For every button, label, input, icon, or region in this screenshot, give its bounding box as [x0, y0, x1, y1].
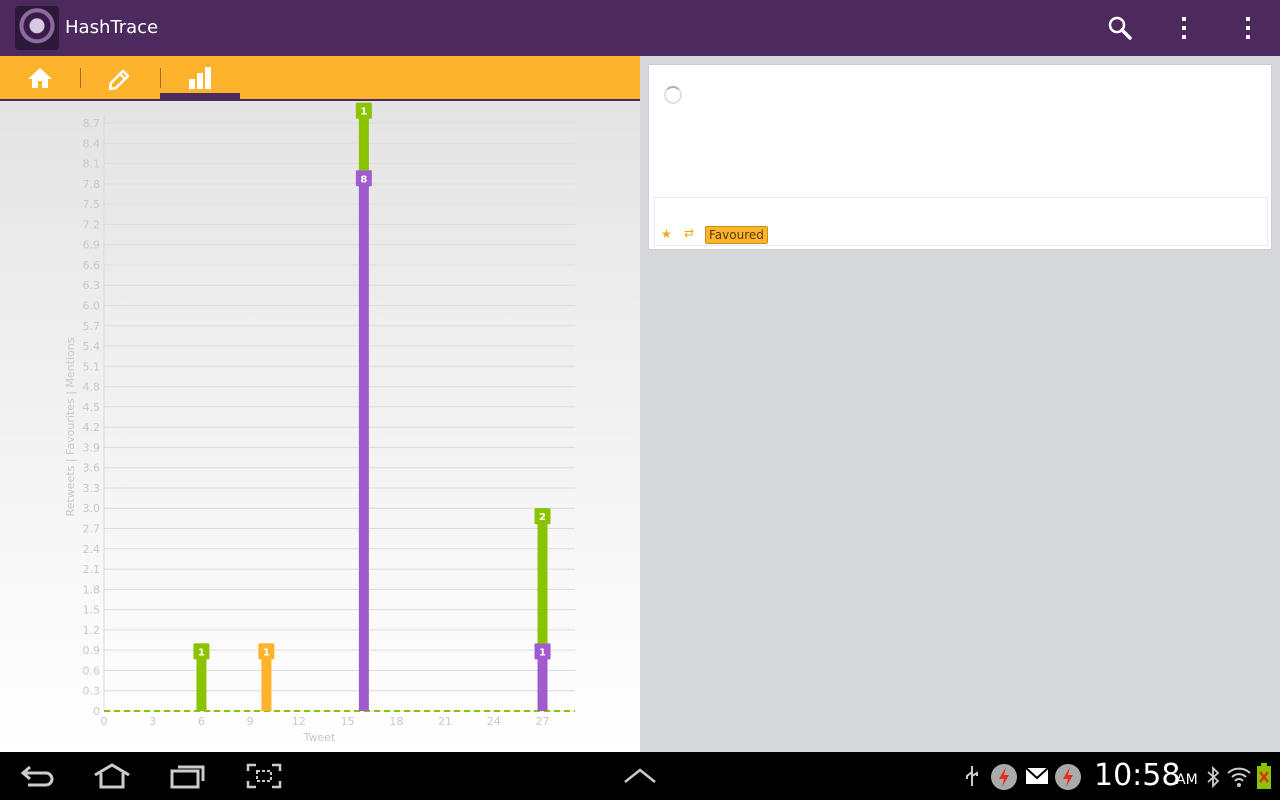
y-tick-label: 7.5 [83, 198, 101, 211]
y-tick-label: 6.3 [83, 279, 101, 292]
x-tick-label: 6 [198, 715, 205, 728]
y-tick-label: 4.2 [83, 421, 101, 434]
y-tick-label: 1.5 [83, 604, 101, 617]
y-tick-label: 3.9 [83, 441, 101, 454]
back-icon [20, 765, 54, 787]
y-tick-label: 6.9 [83, 239, 101, 252]
x-tick-label: 3 [149, 715, 156, 728]
bar-data-label: 2 [539, 512, 546, 523]
y-tick-label: 6.6 [83, 259, 101, 272]
tweet-card[interactable]: ★ ⇄ Favoured [648, 64, 1272, 250]
x-tick-label: 12 [292, 715, 306, 728]
screenshot-button[interactable] [240, 760, 288, 792]
y-tick-label: 0 [93, 705, 100, 718]
y-tick-label: 5.1 [83, 360, 101, 373]
chevron-up-icon [624, 768, 656, 783]
overflow-menu-button-2[interactable] [1232, 12, 1264, 44]
bar-data-label: 1 [360, 107, 367, 118]
retweet-icon[interactable]: ⇄ [684, 227, 694, 239]
tab-selected-indicator [160, 93, 240, 99]
y-tick-label: 8.1 [83, 158, 101, 171]
y-tick-label: 5.4 [83, 340, 101, 353]
gmail-icon[interactable] [1025, 765, 1049, 787]
y-tick-label: 5.7 [83, 320, 101, 333]
y-tick-label: 1.8 [83, 583, 101, 596]
bluetooth-icon [1207, 765, 1220, 789]
star-icon[interactable]: ★ [661, 228, 672, 240]
y-tick-label: 4.8 [83, 381, 101, 394]
expand-button[interactable] [616, 760, 664, 792]
y-tick-label: 0.9 [83, 644, 101, 657]
overflow-menu-icon [1246, 17, 1250, 39]
action-bar: HashTrace [0, 0, 1280, 56]
engagement-chart: 0 0.3 0.6 0.9 1.2 1.5 1.8 2.1 2.4 2.7 3.0 3.3 3.6 3.9… [64, 102, 575, 744]
bar-retweets [358, 170, 369, 711]
bar-data-label: 1 [198, 647, 205, 658]
loading-spinner-icon [664, 86, 682, 104]
eye-logo-icon[interactable] [15, 6, 59, 50]
wifi-icon [1227, 767, 1251, 787]
y-axis-title: Retweets | Favourites | Mentions [64, 337, 77, 516]
flash-icon[interactable] [990, 763, 1018, 791]
tab-compose[interactable] [80, 56, 160, 99]
screenshot-icon [246, 763, 282, 789]
x-tick-label: 24 [487, 715, 501, 728]
chart-pane[interactable]: 0 0.3 0.6 0.9 1.2 1.5 1.8 2.1 2.4 2.7 3.0 3.3 3.6 3.9… [0, 101, 640, 752]
y-tick-label: 7.2 [83, 218, 101, 231]
search-button[interactable] [1104, 12, 1136, 44]
tweet-card-footer: ★ ⇄ Favoured [654, 197, 1268, 246]
y-tick-label: 8.4 [83, 137, 101, 150]
pencil-icon [108, 69, 130, 90]
y-tick-label: 8.7 [83, 117, 101, 130]
home-icon [94, 763, 130, 789]
y-tick-label: 2.4 [83, 543, 101, 556]
overflow-menu-icon [1182, 17, 1186, 39]
y-tick-label: 3.0 [83, 502, 101, 515]
y-tick-label: 6.0 [83, 299, 101, 312]
overflow-menu-button[interactable] [1168, 12, 1200, 44]
x-tick-label: 0 [101, 715, 108, 728]
y-tick-label: 2.1 [83, 563, 101, 576]
x-tick-label: 21 [438, 715, 452, 728]
y-tick-label: 1.2 [83, 624, 101, 637]
search-icon [1108, 16, 1132, 40]
y-tick-label: 7.8 [83, 178, 101, 191]
status-ampm: AM [1176, 772, 1198, 788]
x-tick-label: 27 [536, 715, 550, 728]
recent-apps-icon [170, 765, 205, 789]
bar-data-label: 8 [360, 174, 367, 185]
bar-data-label: 1 [539, 647, 546, 658]
battery-icon [1257, 763, 1271, 789]
y-tick-label: 4.5 [83, 401, 101, 414]
usb-icon [966, 766, 978, 786]
x-axis-title: Tweet [303, 731, 336, 744]
y-tick-label: 0.6 [83, 664, 101, 677]
home-button[interactable] [88, 760, 136, 792]
y-tick-label: 3.6 [83, 462, 101, 475]
app-title: HashTrace [65, 17, 159, 38]
bar-mentions [537, 508, 548, 644]
detail-pane: ★ ⇄ Favoured [640, 56, 1280, 752]
y-tick-label: 3.3 [83, 482, 101, 495]
system-navigation-bar [0, 752, 1280, 800]
favoured-badge: Favoured [705, 226, 768, 244]
flash-icon[interactable] [1054, 763, 1082, 791]
y-tick-label: 0.3 [83, 685, 101, 698]
x-tick-label: 9 [247, 715, 254, 728]
x-tick-label: 15 [341, 715, 355, 728]
tab-bar [0, 56, 640, 101]
bar-data-label: 1 [263, 647, 270, 658]
back-button[interactable] [14, 760, 62, 792]
y-tick-label: 2.7 [83, 523, 101, 536]
recent-apps-button[interactable] [164, 760, 212, 792]
home-icon [28, 67, 52, 88]
bar-chart-icon [189, 66, 211, 89]
status-clock: 10:58 [1094, 758, 1181, 793]
tab-home[interactable] [0, 56, 80, 99]
x-tick-label: 18 [389, 715, 403, 728]
